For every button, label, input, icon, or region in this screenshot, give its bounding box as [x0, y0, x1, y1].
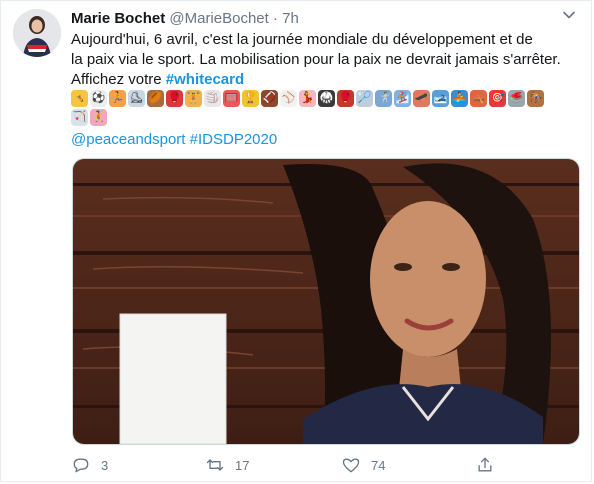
fencing-emoji-glyph: 🤺	[376, 92, 391, 104]
snowboard-emoji: 🏂	[394, 90, 411, 107]
baseball-emoji-glyph: ⚾	[281, 92, 296, 104]
badminton-emoji-glyph: 🏸	[357, 92, 372, 104]
mention-link[interactable]: @peaceandsport	[71, 131, 185, 148]
rowing-emoji-glyph: 🚣	[452, 92, 467, 104]
rugby-ball-emoji-glyph: 🏉	[148, 92, 163, 104]
boxing-glove-2-emoji: 🥊	[337, 90, 354, 107]
like-button[interactable]: 74	[341, 453, 385, 477]
retweet-button[interactable]: 17	[205, 453, 249, 477]
boxing-glove-emoji: 🥊	[166, 90, 183, 107]
share-icon	[478, 457, 492, 472]
archery-emoji-glyph: 🏹	[72, 111, 87, 123]
boxing-glove-emoji-glyph: 🥊	[167, 92, 182, 104]
ice-skate-emoji-glyph: ⛸	[129, 92, 144, 104]
reply-icon	[73, 458, 89, 473]
ice-skate-emoji: ⛸	[128, 90, 145, 107]
soccer-ball-emoji: ⚽	[90, 90, 107, 107]
volleyball-emoji: 🏐	[204, 90, 221, 107]
horse-racing-emoji-glyph: 🏇	[528, 92, 543, 104]
trampoline-emoji: 🤸	[71, 90, 88, 107]
emoji-row-2: 🏹 🤾	[71, 109, 576, 129]
rowing-emoji: 🚣	[451, 90, 468, 107]
avatar-image	[13, 9, 61, 57]
chevron-down-icon[interactable]	[561, 7, 577, 23]
dancer-emoji: 💃	[299, 90, 316, 107]
rugby-ball-emoji: 🏉	[147, 90, 164, 107]
canoe-emoji-glyph: 🛶	[471, 92, 486, 104]
target-emoji: 🎯	[489, 90, 506, 107]
trophy-emoji-glyph: 🏆	[243, 92, 258, 104]
tweet-photo[interactable]	[72, 158, 580, 445]
reply-button[interactable]: 3	[71, 453, 108, 477]
trampoline-emoji-glyph: 🤸	[72, 92, 87, 104]
tweet-card[interactable]: Marie Bochet @MarieBochet · 7h Aujourd'h…	[0, 0, 592, 482]
american-football-emoji: 🏈	[261, 90, 278, 107]
ski-emoji: 🎿	[432, 90, 449, 107]
retweet-count: 17	[235, 457, 250, 473]
gymnast-emoji: 🤾	[90, 109, 107, 126]
hashtag-idsdp-link[interactable]: #IDSDP2020	[190, 131, 278, 148]
tweet-tags: @peaceandsport #IDSDP2020	[71, 130, 277, 150]
heart-icon	[342, 458, 360, 473]
like-count: 74	[371, 457, 386, 473]
canoe-emoji: 🛶	[470, 90, 487, 107]
badminton-emoji: 🏸	[356, 90, 373, 107]
goal-net-emoji: 🥅	[223, 90, 240, 107]
trophy-emoji: 🏆	[242, 90, 259, 107]
soccer-ball-emoji-glyph: ⚽	[91, 92, 106, 104]
running-emoji: 🏃	[109, 90, 126, 107]
ski-emoji-glyph: 🎿	[433, 92, 448, 104]
archery-emoji: 🏹	[71, 109, 88, 126]
retweet-icon	[206, 459, 224, 471]
photo-image	[73, 159, 579, 444]
tweet-header: Marie Bochet @MarieBochet · 7h	[71, 9, 581, 29]
horse-racing-emoji: 🏇	[527, 90, 544, 107]
boxing-glove-2-emoji-glyph: 🥊	[338, 92, 353, 104]
author-name[interactable]: Marie Bochet	[71, 10, 165, 27]
gymnast-emoji-glyph: 🤾	[91, 111, 106, 123]
hashtag-whitecard-link[interactable]: #whitecard	[166, 71, 244, 88]
emoji-row-1: 🤸 ⚽ 🏃 ⛸ 🏉 🥊 🏋 🏐 🥅 🏆 🏈 ⚾ 💃 🥋 🥊 🏸 🤺 🏂 🛹 🎿 🚣 🛶 🎯 🥌 🏇	[71, 90, 576, 110]
weightlifting-emoji: 🏋	[185, 90, 202, 107]
author-handle[interactable]: @MarieBochet	[169, 10, 268, 27]
skateboard-emoji: 🛹	[413, 90, 430, 107]
tweet-text-line-1: Aujourd'hui, 6 avril, c'est la journée m…	[71, 31, 533, 48]
tweet-text-line-3-prefix: Affichez votre	[71, 71, 166, 88]
snowboard-emoji-glyph: 🏂	[395, 92, 410, 104]
target-emoji-glyph: 🎯	[490, 92, 505, 104]
volleyball-emoji-glyph: 🏐	[205, 92, 220, 104]
running-emoji-glyph: 🏃	[110, 92, 125, 104]
curling-stone-emoji: 🥌	[508, 90, 525, 107]
american-football-emoji-glyph: 🏈	[262, 92, 277, 104]
tweet-time[interactable]: 7h	[282, 10, 299, 27]
tweet-text-line-2: la paix via le sport. La mobilisation po…	[71, 51, 561, 68]
share-button[interactable]	[475, 453, 495, 477]
martial-arts-emoji: 🥋	[318, 90, 335, 107]
curling-stone-emoji-glyph: 🥌	[509, 92, 524, 104]
skateboard-emoji-glyph: 🛹	[414, 92, 429, 104]
goal-net-emoji-glyph: 🥅	[224, 92, 239, 104]
fencing-emoji: 🤺	[375, 90, 392, 107]
tweet-text: Aujourd'hui, 6 avril, c'est la journée m…	[71, 30, 583, 90]
weightlifting-emoji-glyph: 🏋	[186, 92, 201, 104]
avatar[interactable]	[13, 9, 61, 57]
header-separator: ·	[272, 10, 278, 27]
baseball-emoji: ⚾	[280, 90, 297, 107]
dancer-emoji-glyph: 💃	[300, 92, 315, 104]
tweet-actions: 3 17 74	[71, 453, 501, 477]
martial-arts-emoji-glyph: 🥋	[319, 92, 334, 104]
reply-count: 3	[101, 457, 109, 473]
tweet-text-line-3: Affichez votre #whitecard	[71, 70, 583, 90]
